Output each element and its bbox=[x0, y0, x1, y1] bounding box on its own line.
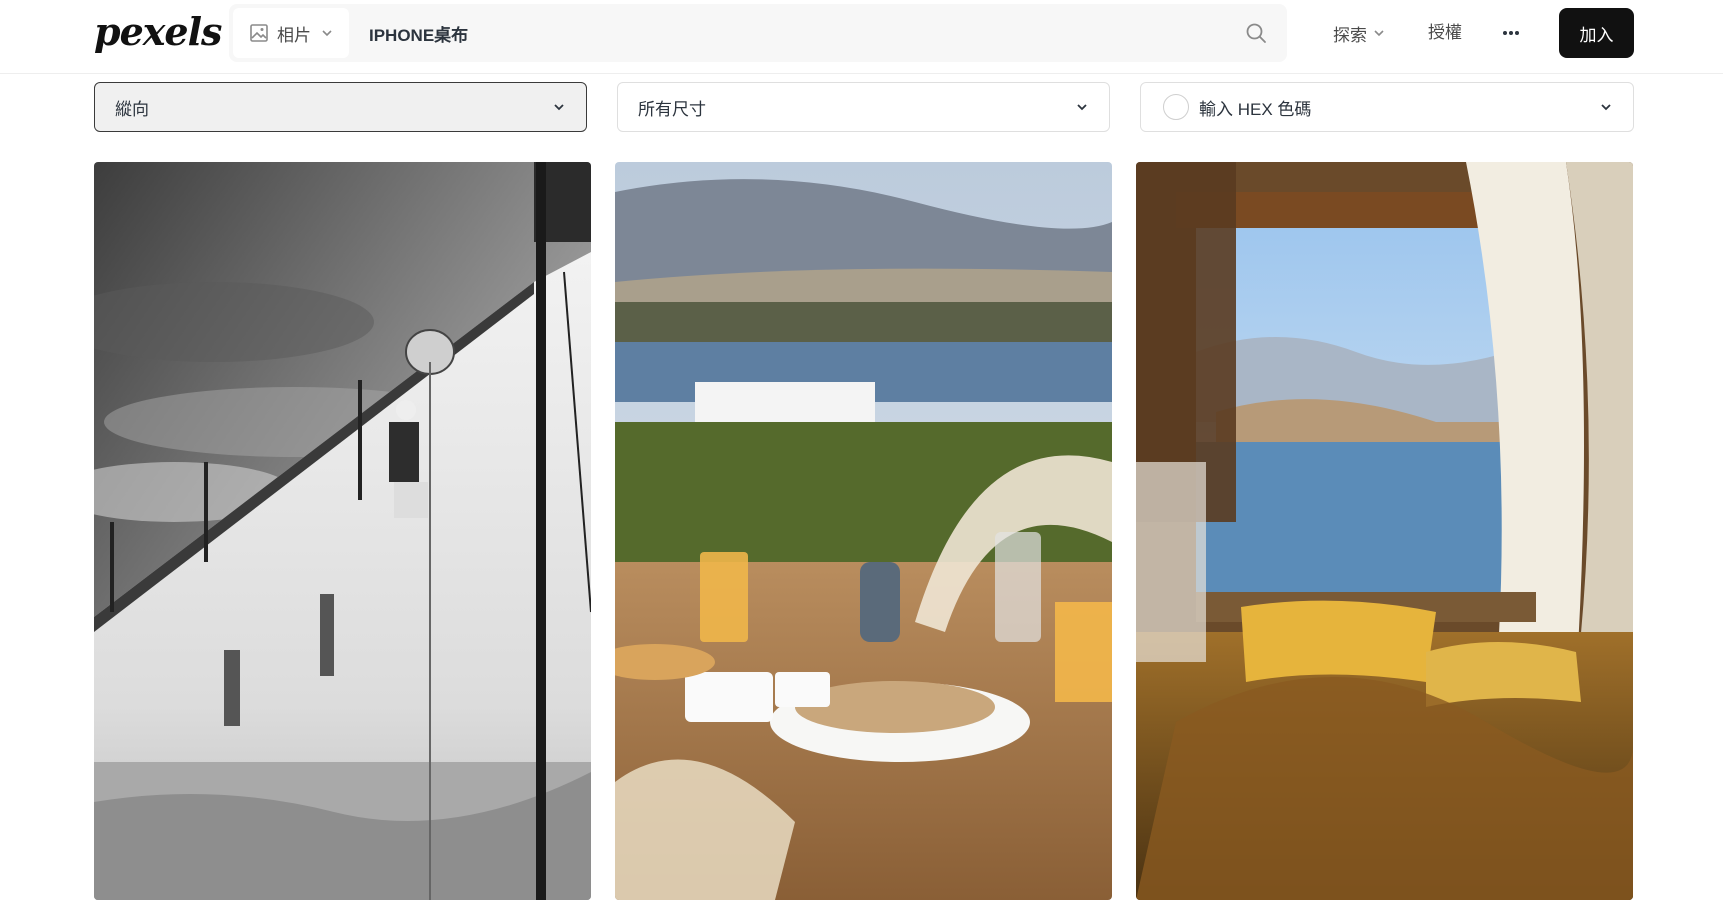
size-filter[interactable]: 所有尺寸 bbox=[617, 82, 1110, 132]
pexels-logo[interactable]: pexels bbox=[94, 6, 222, 58]
photo-card-bedroom-lake-window[interactable] bbox=[1136, 162, 1633, 900]
chevron-down-icon bbox=[1601, 104, 1611, 111]
chevron-down-icon bbox=[322, 30, 332, 37]
photo-card-breakfast-lake[interactable] bbox=[615, 162, 1112, 900]
photo-card-worker-painting-wall[interactable] bbox=[94, 162, 591, 900]
search-button[interactable] bbox=[1241, 18, 1271, 48]
image-icon bbox=[250, 24, 268, 42]
join-button[interactable]: 加入 bbox=[1559, 8, 1634, 58]
site-header: pexels 相片 探索 授權 bbox=[0, 0, 1723, 74]
chevron-down-icon bbox=[554, 104, 564, 111]
search-bar: 相片 bbox=[229, 4, 1287, 62]
nav-license[interactable]: 授權 bbox=[1428, 18, 1462, 48]
nav-explore[interactable]: 探索 bbox=[1333, 18, 1385, 48]
search-type-label: 相片 bbox=[277, 25, 311, 45]
color-filter-label: 輸入 HEX 色碼 bbox=[1199, 99, 1312, 119]
color-filter[interactable]: 輸入 HEX 色碼 bbox=[1140, 82, 1634, 132]
photo-image bbox=[1136, 162, 1633, 900]
size-filter-label: 所有尺寸 bbox=[638, 99, 706, 119]
chevron-down-icon bbox=[1374, 30, 1384, 37]
search-type-dropdown[interactable]: 相片 bbox=[233, 8, 349, 58]
orientation-filter-label: 縱向 bbox=[115, 99, 149, 119]
photo-image bbox=[615, 162, 1112, 900]
search-input[interactable] bbox=[369, 8, 1219, 58]
chevron-down-icon bbox=[1077, 104, 1087, 111]
more-menu-button[interactable] bbox=[1497, 18, 1525, 48]
search-icon bbox=[1246, 23, 1266, 43]
photo-image bbox=[94, 162, 591, 900]
orientation-filter[interactable]: 縱向 bbox=[94, 82, 587, 132]
more-horizontal-icon bbox=[1503, 31, 1519, 35]
color-swatch bbox=[1163, 94, 1189, 120]
nav-explore-label: 探索 bbox=[1333, 25, 1367, 45]
